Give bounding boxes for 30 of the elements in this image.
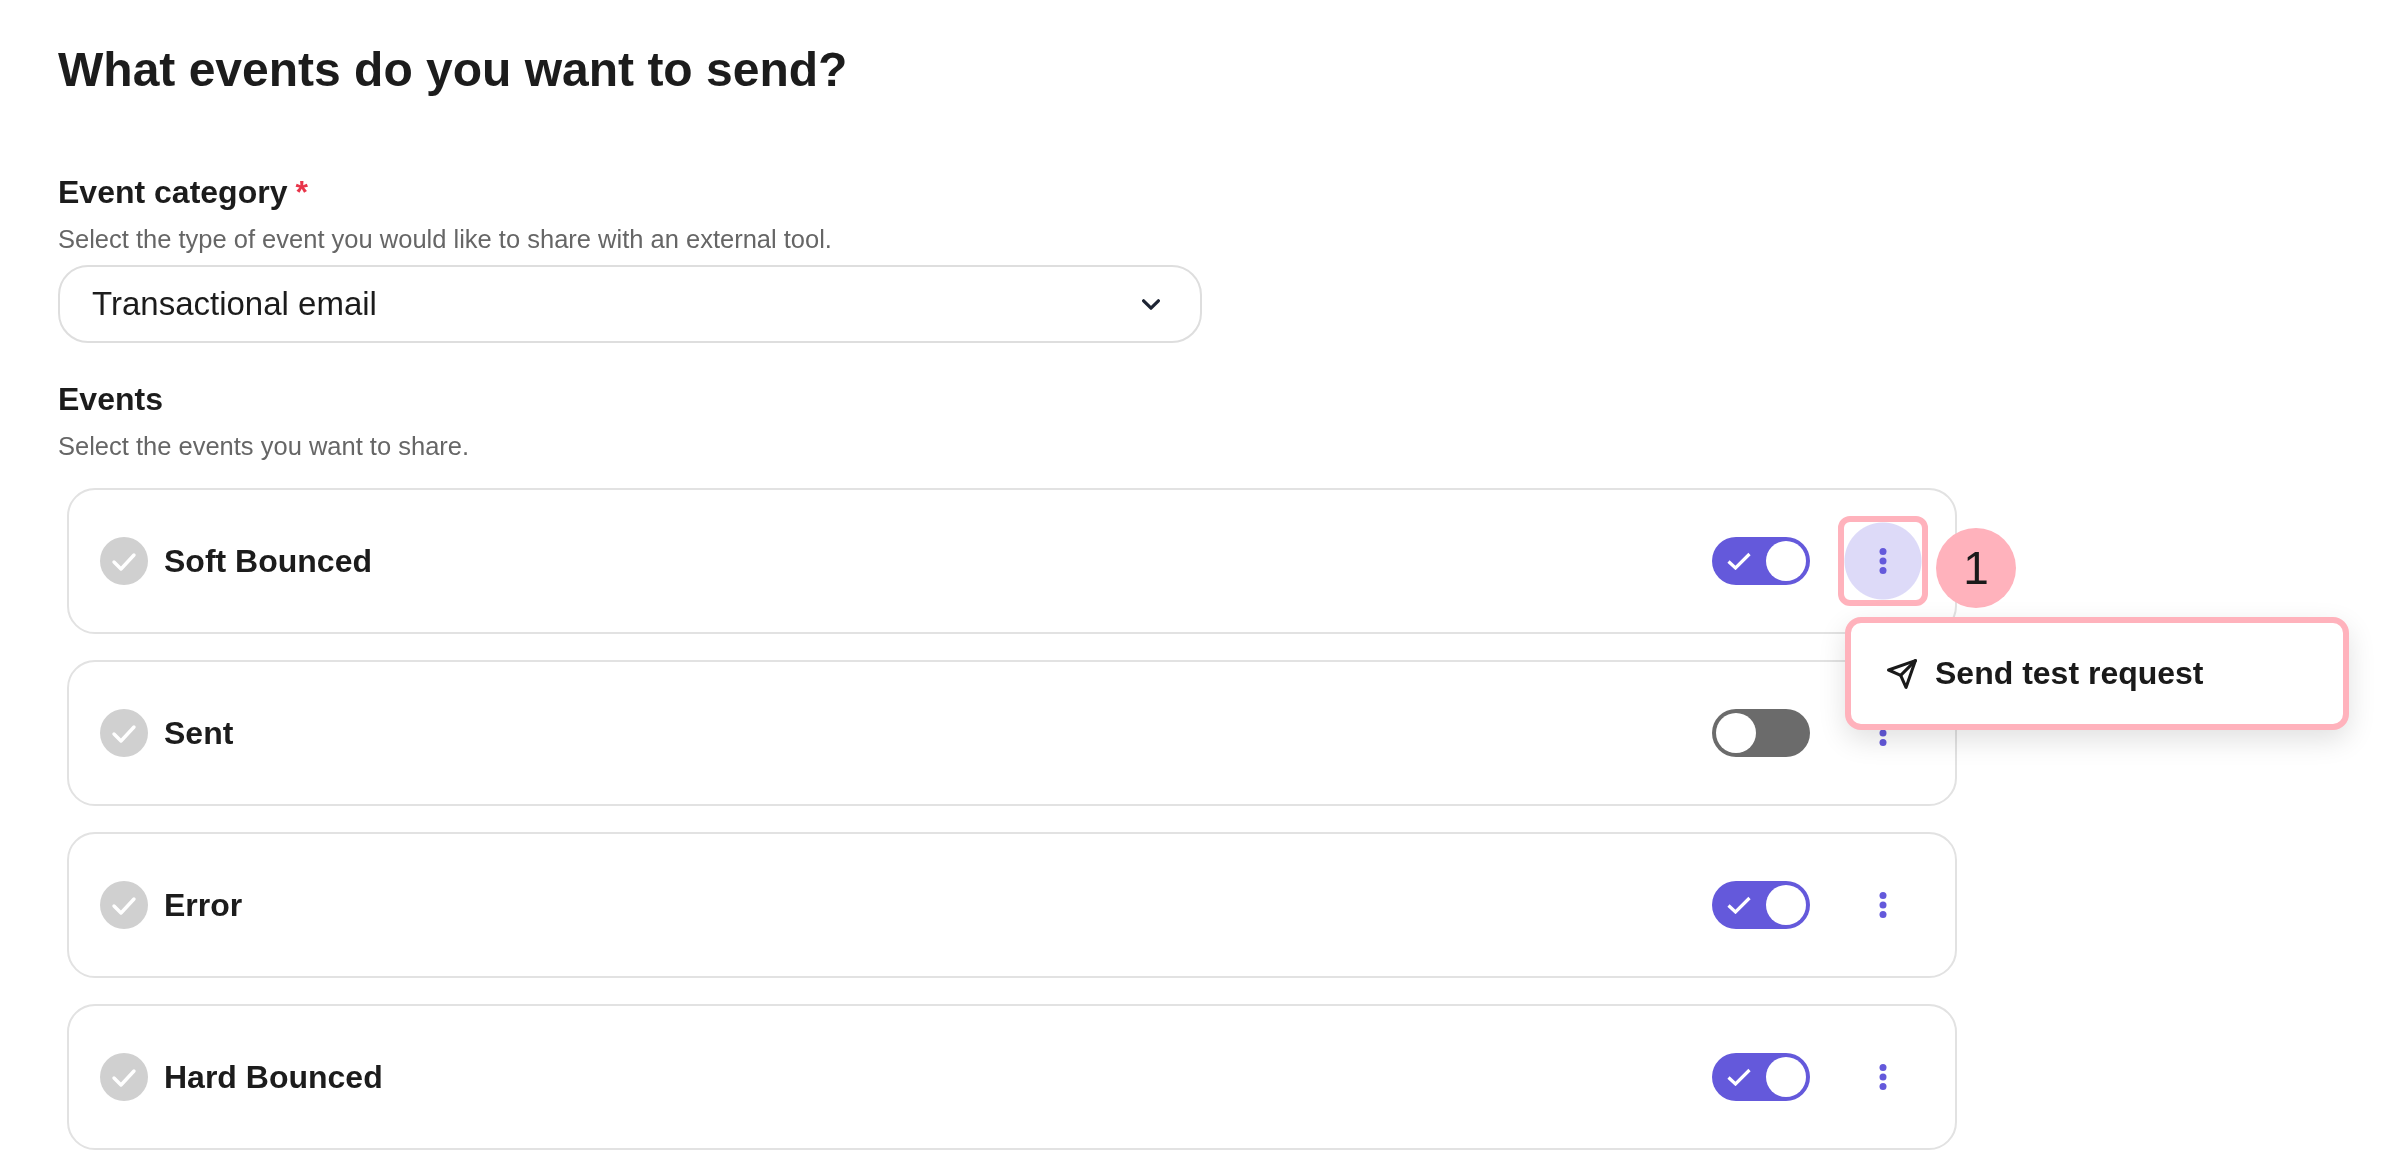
- send-icon: [1887, 658, 1917, 689]
- vertical-dots-icon: [1879, 729, 1887, 746]
- event-name: Sent: [164, 714, 234, 752]
- check-circle-icon: [100, 537, 148, 585]
- toggle-switch[interactable]: [1712, 881, 1810, 929]
- event-name: Hard Bounced: [164, 1058, 383, 1096]
- field-label: Event category: [58, 174, 288, 210]
- vertical-dots-icon: [1879, 1064, 1887, 1090]
- section-label: Events: [58, 381, 163, 417]
- check-circle-icon: [100, 709, 148, 757]
- toggle-switch[interactable]: [1712, 537, 1810, 585]
- vertical-dots-icon: [1879, 892, 1887, 918]
- check-icon: [1727, 552, 1751, 570]
- chevron-down-icon: [1142, 298, 1160, 310]
- menu-item[interactable]: Send test request: [1887, 655, 2204, 692]
- toggle-switch[interactable]: [1712, 709, 1810, 757]
- vertical-dots-icon: [1879, 548, 1887, 574]
- check-circle-icon: [100, 1053, 148, 1101]
- event-name: Soft Bounced: [164, 542, 372, 580]
- toggle-switch[interactable]: [1712, 1053, 1810, 1101]
- check-icon: [1727, 896, 1751, 914]
- check-icon: [1727, 1068, 1751, 1086]
- check-circle-icon: [100, 881, 148, 929]
- required-asterisk: *: [295, 174, 308, 210]
- step-number-badge: 1: [1936, 528, 2016, 608]
- category-dropdown[interactable]: Transactional email: [58, 265, 1202, 343]
- help-text: Select the events you want to share.: [58, 432, 470, 460]
- page-title: What events do you want to send?: [58, 42, 848, 98]
- event-name: Error: [164, 886, 243, 924]
- help-text: Select the type of event you would like to share with an external tool.: [58, 225, 832, 253]
